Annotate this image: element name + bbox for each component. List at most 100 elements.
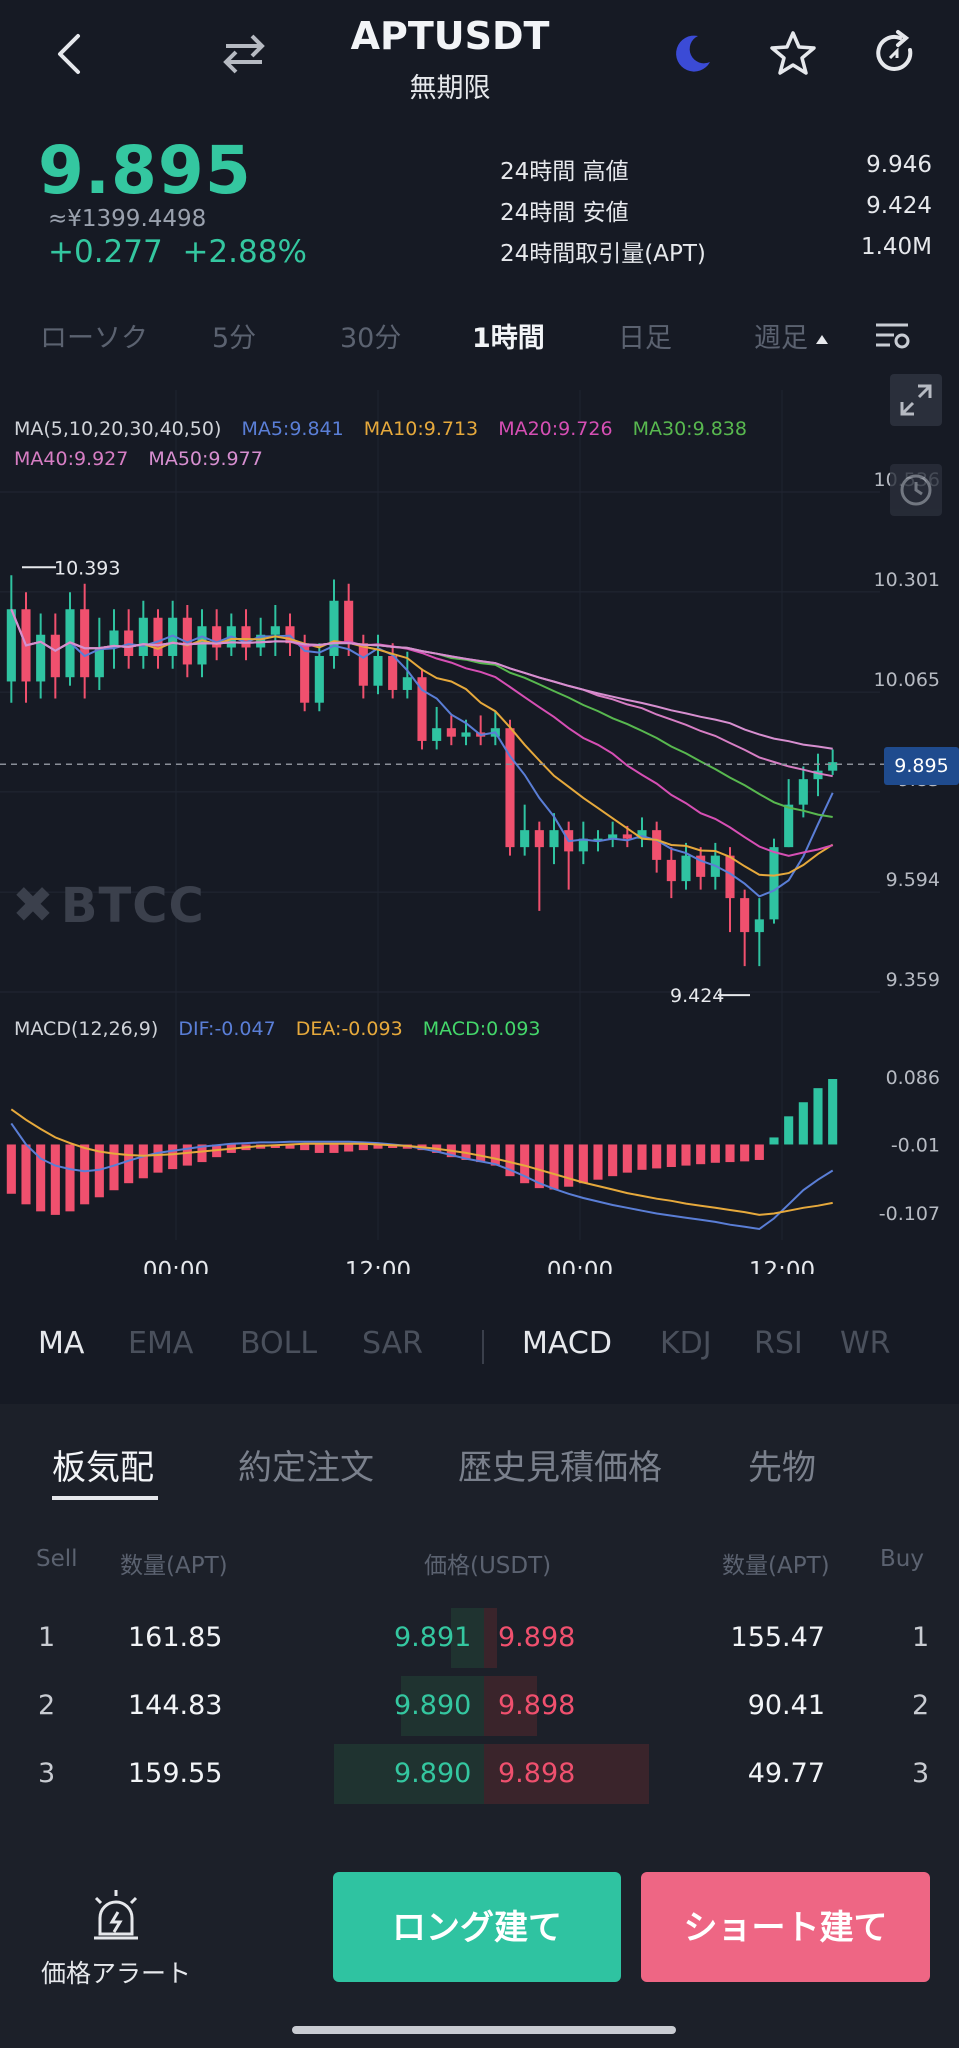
macd-histogram-bar bbox=[696, 1144, 706, 1165]
macd-histogram-bar bbox=[710, 1144, 720, 1163]
active-tab-underline bbox=[52, 1496, 158, 1500]
tab-macd[interactable]: MACD bbox=[522, 1326, 612, 1361]
moon-icon[interactable] bbox=[668, 30, 716, 78]
macd-histogram-bar bbox=[798, 1102, 808, 1145]
buy-index: 1 bbox=[912, 1622, 930, 1653]
tab-candle[interactable]: ローソク bbox=[40, 316, 148, 355]
chart-settings-icon[interactable] bbox=[872, 316, 912, 356]
price-axis-label: 9.594 bbox=[886, 869, 940, 891]
macd-histogram-bar bbox=[622, 1144, 632, 1173]
swap-icon[interactable] bbox=[218, 28, 270, 80]
fullscreen-button[interactable] bbox=[890, 374, 942, 426]
btcc-logo-icon: ✖ bbox=[12, 876, 55, 934]
ma50-value: MA50:9.977 bbox=[148, 448, 263, 470]
macd-histogram-bar bbox=[578, 1144, 588, 1184]
tab-ma[interactable]: MA bbox=[38, 1326, 84, 1361]
ma40-value: MA40:9.927 bbox=[14, 448, 129, 470]
candle-body bbox=[754, 919, 764, 933]
candle-body bbox=[344, 600, 354, 644]
book-row[interactable]: 1 161.85 9.891 9.898 155.47 1 bbox=[0, 1608, 959, 1668]
buy-qty: 155.47 bbox=[730, 1622, 825, 1653]
header-qty-left: 数量(APT) bbox=[120, 1553, 228, 1579]
macd-axis-label: -0.107 bbox=[879, 1203, 940, 1225]
candle-body bbox=[461, 732, 471, 737]
bid-price: 9.890 bbox=[394, 1758, 472, 1789]
macd-histogram-bar bbox=[828, 1079, 838, 1145]
macd-histogram-bar bbox=[358, 1144, 368, 1151]
buy-qty: 90.41 bbox=[747, 1690, 825, 1721]
stat-value: 9.424 bbox=[866, 193, 932, 219]
tab-trades[interactable]: 約定注文 bbox=[238, 1440, 374, 1489]
reset-chart-button[interactable] bbox=[890, 464, 942, 516]
price-alert-label[interactable]: 価格アラート bbox=[24, 1954, 208, 1990]
ma-legend: MA(5,10,20,30,40,50) MA5:9.841 MA10:9.71… bbox=[14, 414, 884, 474]
macd-legend-label: MACD(12,26,9) bbox=[14, 1018, 159, 1040]
macd-histogram-bar bbox=[300, 1144, 310, 1151]
ma-legend-label: MA(5,10,20,30,40,50) bbox=[14, 418, 222, 440]
book-row[interactable]: 3 159.55 9.890 9.898 49.77 3 bbox=[0, 1744, 959, 1804]
macd-histogram-bar bbox=[6, 1144, 16, 1194]
candle-body bbox=[520, 830, 530, 848]
candle-body bbox=[80, 609, 90, 678]
header-sell: Sell bbox=[36, 1546, 78, 1572]
ask-price: 9.898 bbox=[498, 1758, 576, 1789]
macd-histogram-bar bbox=[652, 1144, 662, 1169]
tab-history-price[interactable]: 歴史見積価格 bbox=[458, 1440, 662, 1489]
tab-ema[interactable]: EMA bbox=[128, 1326, 193, 1361]
macd-histogram-bar bbox=[637, 1144, 647, 1170]
approx-price: ≈¥1399.4498 bbox=[48, 206, 207, 232]
candle-body bbox=[197, 626, 207, 665]
macd-histogram-bar bbox=[681, 1144, 691, 1166]
candle-body bbox=[740, 898, 750, 933]
macd-histogram-bar bbox=[168, 1144, 178, 1170]
candle-body bbox=[94, 647, 104, 678]
candle-body bbox=[798, 779, 808, 805]
dif-value: DIF:-0.047 bbox=[178, 1018, 276, 1040]
tab-sar[interactable]: SAR bbox=[362, 1326, 423, 1361]
candle-body bbox=[50, 634, 60, 678]
ask-depth-bar bbox=[484, 1608, 497, 1668]
stat-value: 1.40M bbox=[860, 234, 932, 260]
refresh-icon[interactable] bbox=[870, 28, 920, 78]
macd-histogram-bar bbox=[344, 1144, 354, 1152]
candle-body bbox=[432, 728, 442, 741]
candlestick-chart[interactable]: 10.53610.30110.0659.839.5949.35910.3939.… bbox=[0, 374, 959, 1274]
candle-body bbox=[314, 655, 324, 703]
star-icon[interactable] bbox=[768, 28, 818, 78]
book-row[interactable]: 2 144.83 9.890 9.898 90.41 2 bbox=[0, 1676, 959, 1736]
bottom-action-bar: 価格アラート ロング建て ショート建て bbox=[0, 1858, 959, 2048]
tab-wr[interactable]: WR bbox=[840, 1326, 891, 1361]
back-icon[interactable] bbox=[48, 28, 88, 80]
low-label: 9.424 bbox=[670, 985, 724, 1007]
price-axis-label: 10.301 bbox=[874, 569, 940, 591]
candle-body bbox=[622, 834, 632, 839]
high-label: 10.393 bbox=[54, 557, 120, 579]
ask-price: 9.898 bbox=[498, 1622, 576, 1653]
tab-1w[interactable]: 週足 bbox=[754, 316, 828, 355]
candle-body bbox=[652, 830, 662, 860]
candle-body bbox=[534, 830, 544, 848]
indicator-tabs: MA EMA BOLL SAR MACD KDJ RSI WR bbox=[0, 1326, 959, 1370]
tab-30m[interactable]: 30分 bbox=[340, 316, 401, 355]
tab-kdj[interactable]: KDJ bbox=[660, 1326, 712, 1361]
tab-boll[interactable]: BOLL bbox=[240, 1326, 317, 1361]
price-alert-icon[interactable] bbox=[90, 1888, 142, 1944]
tab-5m[interactable]: 5分 bbox=[212, 316, 256, 355]
tab-futures[interactable]: 先物 bbox=[748, 1440, 816, 1489]
macd-histogram-bar bbox=[138, 1144, 148, 1179]
stat-label: 24時間取引量(APT) bbox=[500, 241, 706, 267]
brand-watermark: ✖ BTCC bbox=[12, 876, 205, 934]
header: APTUSDT 無期限 bbox=[0, 0, 959, 110]
macd-histogram-bar bbox=[813, 1088, 823, 1145]
ma30-value: MA30:9.838 bbox=[632, 418, 747, 440]
short-button[interactable]: ショート建て bbox=[641, 1872, 930, 1982]
tab-1d[interactable]: 日足 bbox=[618, 316, 672, 355]
tab-order-book[interactable]: 板気配 bbox=[52, 1440, 154, 1489]
macd-histogram-bar bbox=[725, 1144, 735, 1163]
long-button[interactable]: ロング建て bbox=[333, 1872, 621, 1982]
macd-histogram-bar bbox=[65, 1144, 75, 1212]
tab-1h[interactable]: 1時間 bbox=[472, 316, 545, 355]
tab-rsi[interactable]: RSI bbox=[754, 1326, 803, 1361]
buy-index: 2 bbox=[912, 1690, 930, 1721]
candle-body bbox=[769, 847, 779, 920]
